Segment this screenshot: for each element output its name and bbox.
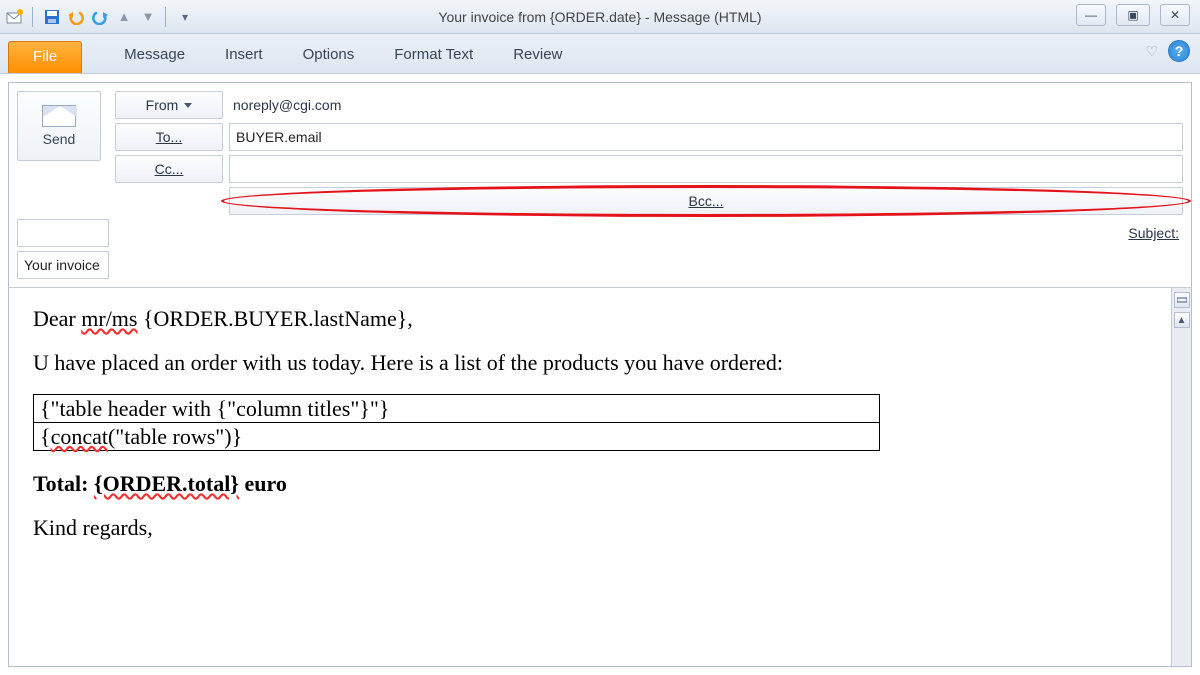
bcc-label: Bcc... (688, 193, 723, 209)
table-row: {concat("table rows")} (34, 423, 880, 451)
quick-access-toolbar: ▲ ▼ ▾ (6, 7, 194, 27)
minimize-button[interactable]: — (1076, 4, 1106, 26)
redo-icon[interactable] (91, 8, 109, 26)
subject-label: Subject: (229, 219, 1183, 247)
tab-format-text[interactable]: Format Text (374, 38, 493, 73)
customize-qat-icon[interactable]: ▾ (176, 8, 194, 26)
separator-icon (165, 7, 166, 27)
send-label: Send (43, 131, 76, 147)
tab-insert[interactable]: Insert (205, 38, 283, 73)
to-label: To... (156, 129, 182, 145)
body-greeting: Dear mr/ms {ORDER.BUYER.lastName}, (33, 306, 1147, 332)
cc-field[interactable] (229, 155, 1183, 183)
help-button[interactable]: ? (1168, 40, 1190, 62)
scroll-up-icon[interactable]: ▲ (1174, 312, 1190, 328)
body-intro: U have placed an order with us today. He… (33, 350, 1147, 376)
from-label: From (146, 97, 179, 113)
table-cell: {"table header with {"column titles"}"} (34, 395, 880, 423)
ribbon-minimize-icon[interactable]: ♡ (1145, 43, 1158, 60)
bcc-field[interactable] (17, 219, 109, 247)
tab-review[interactable]: Review (493, 38, 582, 73)
title-bar: ▲ ▼ ▾ Your invoice from {ORDER.date} - M… (0, 0, 1200, 34)
message-body[interactable]: Dear mr/ms {ORDER.BUYER.lastName}, U hav… (9, 288, 1171, 666)
table-cell: {concat("table rows")} (34, 423, 880, 451)
maximize-icon: ▣ (1127, 9, 1138, 21)
to-button[interactable]: To... (115, 123, 223, 151)
bcc-button[interactable]: Bcc... (229, 187, 1183, 215)
file-tab[interactable]: File (8, 41, 82, 73)
vertical-scrollbar[interactable]: ▲ (1171, 288, 1191, 666)
message-header: Send From noreply@cgi.com To... Cc... Bc… (9, 83, 1191, 287)
body-signoff: Kind regards, (33, 515, 1147, 541)
close-icon: ✕ (1170, 9, 1180, 21)
cc-button[interactable]: Cc... (115, 155, 223, 183)
ribbon: File Message Insert Options Format Text … (0, 34, 1200, 74)
next-item-icon[interactable]: ▼ (139, 8, 157, 26)
minimize-icon: — (1085, 9, 1097, 21)
separator-icon (32, 7, 33, 27)
mail-new-icon[interactable] (6, 8, 24, 26)
chevron-down-icon (184, 103, 192, 108)
subject-field[interactable] (17, 251, 109, 279)
window-controls: — ▣ ✕ (1076, 4, 1190, 26)
save-icon[interactable] (43, 8, 61, 26)
envelope-icon (42, 105, 76, 127)
maximize-button[interactable]: ▣ (1116, 4, 1150, 26)
send-button[interactable]: Send (17, 91, 101, 161)
from-value: noreply@cgi.com (229, 91, 1183, 119)
tab-options[interactable]: Options (283, 38, 375, 73)
message-body-area: Dear mr/ms {ORDER.BUYER.lastName}, U hav… (9, 287, 1191, 666)
to-field[interactable] (229, 123, 1183, 151)
compose-window: Send From noreply@cgi.com To... Cc... Bc… (8, 82, 1192, 667)
close-button[interactable]: ✕ (1160, 4, 1190, 26)
undo-icon[interactable] (67, 8, 85, 26)
tab-message[interactable]: Message (104, 38, 205, 73)
ruler-toggle-icon[interactable] (1174, 292, 1190, 308)
from-button[interactable]: From (115, 91, 223, 119)
table-row: {"table header with {"column titles"}"} (34, 395, 880, 423)
cc-label: Cc... (155, 161, 184, 177)
body-table: {"table header with {"column titles"}"} … (33, 394, 880, 451)
body-total: Total: {ORDER.total} euro (33, 471, 1147, 497)
prev-item-icon[interactable]: ▲ (115, 8, 133, 26)
